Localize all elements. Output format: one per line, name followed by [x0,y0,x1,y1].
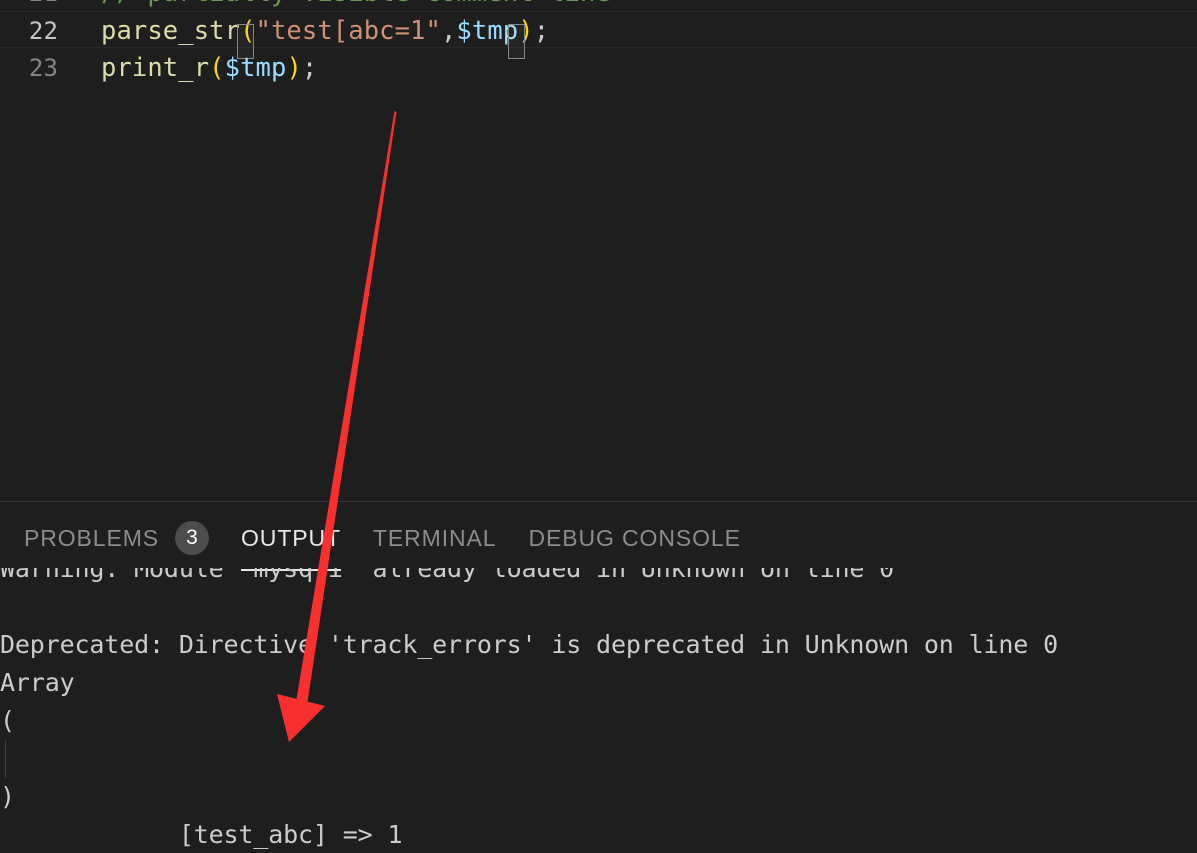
output-line-6-text: [test_abc] => 1 [119,820,403,849]
output-line-4: Array [0,668,75,697]
output-line-5: ( [0,706,15,735]
tab-debug-console[interactable]: DEBUG CONSOLE [512,502,756,574]
tab-debug-console-label: DEBUG CONSOLE [528,524,741,551]
tab-problems[interactable]: PROBLEMS 3 [8,502,225,574]
line-number-23: 23 [28,54,58,82]
token-variable-tmp: $tmp [456,16,519,46]
code-line-22[interactable]: 22 parse_str("test[abc=1",$tmp); [0,11,1197,59]
tab-problems-label: PROBLEMS [24,524,160,551]
output-line-1: Warning: Module 'mysqli' already loaded … [0,568,895,583]
token-function-print-r: print_r [101,53,210,83]
code-line-22-text: parse_str("test[abc=1",$tmp); [101,12,549,50]
tab-terminal[interactable]: TERMINAL [357,502,513,574]
panel-tab-bar: PROBLEMS 3 OUTPUT TERMINAL DEBUG CONSOLE [0,502,1197,574]
tab-terminal-label: TERMINAL [372,524,497,551]
token-open-paren: ( [240,16,256,46]
indent-guide [5,740,6,778]
token-semicolon-2: ; [301,53,318,83]
token-comma: , [440,16,457,46]
token-string-literal: "test[abc=1" [255,16,441,46]
token-close-paren: ) [518,16,534,46]
token-close-paren-2: ) [286,53,302,83]
problems-count-badge: 3 [175,521,210,555]
code-line-23-text: print_r($tmp); [101,49,317,87]
token-semicolon: ; [533,16,550,46]
tab-output-label: OUTPUT [241,524,341,551]
bottom-panel: PROBLEMS 3 OUTPUT TERMINAL DEBUG CONSOLE… [0,501,1197,853]
token-open-paren-2: ( [209,53,225,83]
vscode-window: 21 // partially visible comment line 22 … [0,0,1197,853]
output-line-2 [0,588,1197,626]
output-line-7: ) [0,782,15,811]
tab-output[interactable]: OUTPUT [225,502,357,574]
token-variable-tmp-2: $tmp [224,53,287,83]
output-line-3: Deprecated: Directive 'track_errors' is … [0,630,1058,659]
code-line-23[interactable]: 23 print_r($tmp); [0,49,1197,87]
token-function-parse-str: parse_str [101,16,241,46]
line-number-22: 22 [28,17,58,45]
code-editor[interactable]: 21 // partially visible comment line 22 … [0,0,1197,501]
output-line-6: [test_abc] => 1 [0,740,1197,849]
output-content[interactable]: Warning: Module 'mysqli' already loaded … [0,568,1197,853]
